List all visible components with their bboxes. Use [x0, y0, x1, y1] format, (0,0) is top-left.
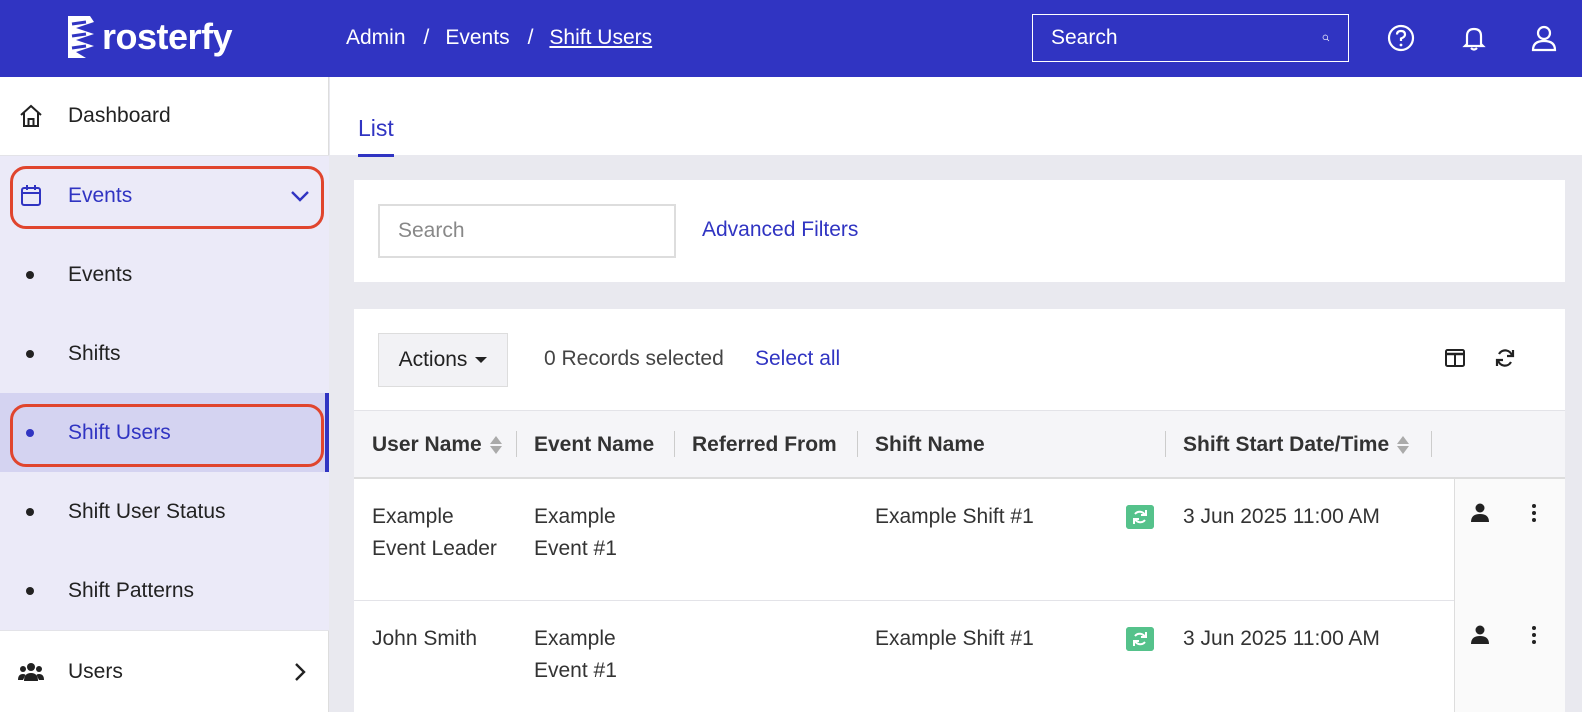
columns-icon[interactable]: [1443, 346, 1467, 370]
column-divider[interactable]: [1431, 431, 1432, 457]
top-bar: rosterfy Admin / Events / Shift Users: [0, 0, 1582, 77]
list-search[interactable]: [378, 204, 676, 258]
row-actions: [1454, 479, 1565, 601]
breadcrumb: Admin / Events / Shift Users: [346, 26, 652, 50]
list-card: Actions 0 Records selected Select all Us…: [354, 309, 1565, 712]
sidebar-subitem-label: Shift User Status: [68, 499, 226, 523]
recurring-shift-icon: [1126, 505, 1154, 529]
bullet-icon: [26, 507, 34, 516]
users-icon: [18, 662, 44, 681]
bullet-icon: [26, 349, 34, 358]
column-header-user-name[interactable]: User Name: [372, 433, 502, 457]
cell-user-name[interactable]: John Smith: [372, 623, 522, 655]
advanced-filters-link[interactable]: Advanced Filters: [702, 218, 858, 242]
column-header-label: Referred From: [692, 433, 837, 456]
home-icon: [20, 104, 42, 127]
select-all-link[interactable]: Select all: [755, 347, 840, 371]
cell-shift-start: 3 Jun 2025 11:00 AM: [1183, 505, 1380, 528]
bullet-icon: [26, 270, 34, 279]
highlight-shift-users: [10, 404, 324, 467]
column-divider[interactable]: [857, 431, 858, 457]
table-header: User Name Event Name Referred From Shift…: [354, 410, 1565, 479]
cell-text: Example: [372, 505, 454, 528]
caret-down-icon: [475, 357, 488, 363]
user-icon[interactable]: [1529, 23, 1559, 53]
tab-list[interactable]: List: [358, 115, 394, 157]
cell-user-name[interactable]: Example Event Leader: [372, 501, 522, 565]
sidebar-subitem-label: Events: [68, 262, 133, 286]
sidebar-item-users[interactable]: Users: [0, 630, 329, 712]
brand-name: rosterfy: [102, 16, 233, 57]
column-header-shift-start[interactable]: Shift Start Date/Time: [1183, 433, 1410, 457]
global-search[interactable]: [1032, 14, 1349, 62]
column-header-label: Shift Name: [875, 433, 985, 456]
cell-text: Example: [534, 505, 616, 528]
column-header-event-name[interactable]: Event Name: [534, 433, 654, 457]
column-divider[interactable]: [674, 431, 675, 457]
sidebar-subitem-shift-patterns[interactable]: Shift Patterns: [0, 551, 329, 630]
tab-bar: List: [330, 77, 1582, 157]
breadcrumb-events[interactable]: Events: [445, 26, 509, 50]
sidebar-subitem-label: Shifts: [68, 341, 121, 365]
breadcrumb-separator: /: [423, 26, 430, 49]
cell-shift-start: 3 Jun 2025 11:00 AM: [1183, 627, 1380, 650]
help-icon[interactable]: [1386, 23, 1416, 53]
sidebar-item-label: Dashboard: [68, 104, 171, 127]
recurring-shift-icon: [1126, 627, 1154, 651]
cell-text: Event #1: [534, 659, 617, 682]
actions-dropdown[interactable]: Actions: [378, 333, 508, 387]
sidebar-subitem-label: Shift Patterns: [68, 578, 195, 602]
column-divider[interactable]: [1165, 431, 1166, 457]
cell-text: Event #1: [534, 537, 617, 560]
records-selected-count: 0 Records selected: [544, 347, 724, 370]
sidebar-subitem-events[interactable]: Events: [0, 235, 329, 314]
search-icon[interactable]: [1322, 26, 1330, 50]
column-divider[interactable]: [516, 431, 517, 457]
cell-text: Event Leader: [372, 537, 497, 560]
column-header-referred-from[interactable]: Referred From: [692, 433, 837, 457]
bullet-icon: [26, 586, 34, 595]
list-search-input[interactable]: [398, 219, 669, 243]
breadcrumb-admin[interactable]: Admin: [346, 26, 406, 50]
bell-icon[interactable]: [1459, 23, 1489, 53]
cell-shift-name[interactable]: Example Shift #1: [875, 501, 1034, 533]
rosterfy-logo-icon: [68, 16, 94, 58]
more-options-icon[interactable]: [1522, 501, 1546, 525]
more-options-icon[interactable]: [1522, 623, 1546, 647]
column-header-label: Event Name: [534, 433, 655, 456]
cell-event-name[interactable]: Example Event #1: [534, 501, 617, 565]
person-icon[interactable]: [1468, 623, 1492, 647]
sidebar-subitem-shifts[interactable]: Shifts: [0, 314, 329, 393]
cell-shift-name[interactable]: Example Shift #1: [875, 623, 1034, 655]
refresh-icon[interactable]: [1493, 346, 1517, 370]
highlight-events-group: [10, 166, 324, 229]
table-row[interactable]: Example Event Leader Example Event #1 Ex…: [354, 479, 1565, 601]
column-header-shift-name[interactable]: Shift Name: [875, 433, 985, 457]
breadcrumb-shift-users[interactable]: Shift Users: [549, 26, 652, 50]
global-search-input[interactable]: [1051, 26, 1322, 50]
chevron-right-icon[interactable]: [289, 661, 311, 683]
sort-icon[interactable]: [1397, 436, 1410, 454]
cell-text: John Smith: [372, 627, 478, 650]
cell-text: Example: [534, 627, 616, 650]
cell-event-name[interactable]: Example Event #1: [534, 623, 617, 687]
sidebar-item-dashboard[interactable]: Dashboard: [0, 77, 329, 156]
column-header-label: Shift Start Date/Time: [1183, 433, 1390, 456]
breadcrumb-separator: /: [527, 26, 534, 49]
person-icon[interactable]: [1468, 501, 1492, 525]
filter-card: Advanced Filters: [354, 180, 1565, 282]
row-actions: [1454, 601, 1565, 712]
column-header-label: User Name: [372, 433, 482, 456]
sort-icon[interactable]: [489, 436, 502, 454]
logo[interactable]: rosterfy: [66, 14, 233, 60]
sidebar-subitem-shift-user-status[interactable]: Shift User Status: [0, 472, 329, 551]
sidebar-item-label: Users: [68, 659, 123, 683]
table-row[interactable]: John Smith Example Event #1 Example Shif…: [354, 601, 1565, 712]
actions-label: Actions: [398, 348, 468, 371]
